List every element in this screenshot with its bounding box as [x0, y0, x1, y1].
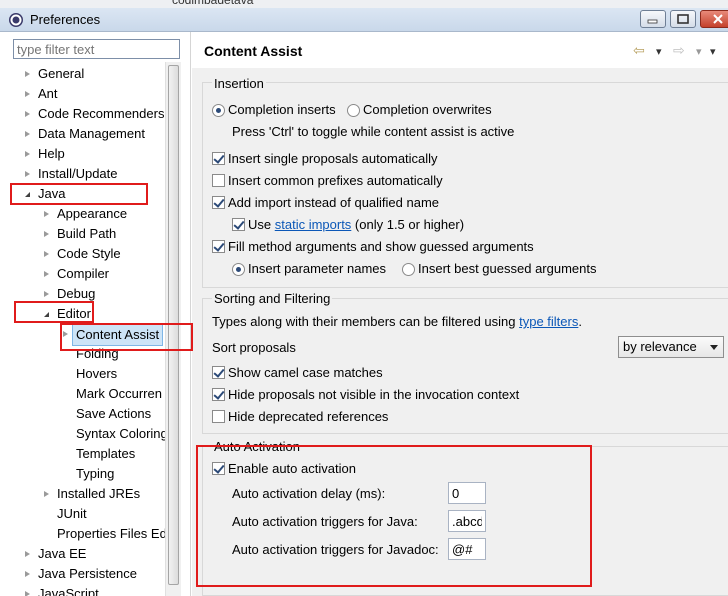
insertion-group-title: Insertion [212, 76, 266, 91]
title-bar: Preferences [0, 8, 728, 32]
highlight-editor [14, 301, 94, 323]
page-title: Content Assist [204, 43, 303, 59]
tree-item-label: Code Recommenders [38, 106, 165, 121]
collapsed-arrow-icon[interactable] [44, 251, 49, 257]
background-window-title: codimbadetava [172, 0, 254, 7]
single-proposals-checkbox[interactable] [212, 152, 225, 165]
highlight-java [10, 183, 148, 205]
background-window: codimbadetava [0, 0, 728, 8]
collapsed-arrow-icon[interactable] [44, 211, 49, 217]
tree-item-label: Ant [38, 86, 58, 101]
back-menu-icon[interactable]: ▾ [656, 45, 662, 58]
highlight-content-assist [60, 323, 193, 351]
collapsed-arrow-icon[interactable] [25, 151, 30, 157]
completion-inserts-radio[interactable] [212, 104, 225, 117]
tree-item-label: Mark Occurren [76, 386, 162, 401]
hide-deprecated-checkbox[interactable] [212, 410, 225, 423]
type-filters-link[interactable]: type filters [519, 314, 578, 329]
add-import-label: Add import instead of qualified name [228, 195, 440, 210]
sort-proposals-label: Sort proposals [212, 340, 296, 355]
type-filters-description: Types along with their members can be fi… [212, 314, 582, 329]
fill-arguments-checkbox[interactable] [212, 240, 225, 253]
use-static-imports-label: Use static imports (only 1.5 or higher) [248, 217, 464, 232]
fill-arguments-label: Fill method arguments and show guessed a… [228, 239, 534, 254]
close-icon [701, 11, 728, 27]
tree-item-label: JavaScript [38, 586, 99, 596]
hide-not-visible-checkbox[interactable] [212, 388, 225, 401]
completion-overwrites-label: Completion overwrites [363, 102, 492, 117]
tree-item-label: Compiler [57, 266, 110, 281]
camel-case-checkbox[interactable] [212, 366, 225, 379]
type-filters-suffix: . [578, 314, 582, 329]
highlight-auto-activation [196, 445, 592, 587]
collapsed-arrow-icon[interactable] [44, 231, 49, 237]
collapsed-arrow-icon[interactable] [25, 71, 30, 77]
tree-item-label: Properties Files Ed [57, 526, 167, 541]
tree-item-label: Data Management [38, 126, 145, 141]
collapsed-arrow-icon[interactable] [44, 491, 49, 497]
tree-item-label: Code Style [57, 246, 121, 261]
tree-item-label: Save Actions [76, 406, 152, 421]
tree-item-label: Installed JREs [57, 486, 141, 501]
collapsed-arrow-icon[interactable] [44, 271, 49, 277]
window-title: Preferences [30, 12, 101, 27]
collapsed-arrow-icon[interactable] [25, 551, 30, 557]
collapsed-arrow-icon[interactable] [25, 571, 30, 577]
minimize-icon [641, 11, 665, 27]
collapsed-arrow-icon[interactable] [25, 171, 30, 177]
use-static-imports-checkbox[interactable] [232, 218, 245, 231]
tree-item-label: Syntax Coloring [76, 426, 168, 441]
forward-menu-icon[interactable]: ▾ [696, 45, 702, 58]
tree-item-label: General [38, 66, 85, 81]
tree-item-label: Build Path [57, 226, 117, 241]
best-guessed-label: Insert best guessed arguments [418, 261, 597, 276]
back-icon[interactable]: ⇦ [633, 42, 645, 59]
common-prefixes-label: Insert common prefixes automatically [228, 173, 443, 188]
close-button[interactable] [700, 10, 728, 28]
parameter-names-radio[interactable] [232, 263, 245, 276]
hide-deprecated-label: Hide deprecated references [228, 409, 389, 424]
parameter-names-label: Insert parameter names [248, 261, 387, 276]
tree-item-label: Install/Update [38, 166, 118, 181]
view-menu-icon[interactable]: ▾ [710, 45, 716, 58]
tree-item-label: JUnit [57, 506, 87, 521]
collapsed-arrow-icon[interactable] [25, 591, 30, 596]
tree-item-label: Templates [76, 446, 136, 461]
best-guessed-radio[interactable] [402, 263, 415, 276]
forward-icon[interactable]: ⇨ [673, 42, 685, 59]
use-static-suffix: (only 1.5 or higher) [351, 217, 465, 232]
tree-item-label: Typing [76, 466, 115, 481]
use-static-prefix: Use [248, 217, 275, 232]
toggle-hint: Press 'Ctrl' to toggle while content ass… [232, 124, 515, 139]
page-header: Content Assist ⇦ ▾ ⇨ ▾ ▾ [192, 32, 728, 68]
chevron-down-icon [710, 345, 718, 350]
tree-item-label: Java Persistence [38, 566, 137, 581]
tree-item-label: Appearance [57, 206, 128, 221]
minimize-button[interactable] [640, 10, 666, 28]
static-imports-link[interactable]: static imports [275, 217, 352, 232]
filter-input[interactable] [13, 39, 180, 59]
tree-item-label: Java EE [38, 546, 87, 561]
add-import-checkbox[interactable] [212, 196, 225, 209]
hide-not-visible-label: Hide proposals not visible in the invoca… [228, 387, 520, 402]
sorting-group-title: Sorting and Filtering [212, 291, 333, 306]
completion-inserts-label: Completion inserts [228, 102, 336, 117]
collapsed-arrow-icon[interactable] [25, 131, 30, 137]
collapsed-arrow-icon[interactable] [25, 91, 30, 97]
maximize-button[interactable] [670, 10, 696, 28]
tree-item-label: Help [38, 146, 65, 161]
type-filters-prefix: Types along with their members can be fi… [212, 314, 520, 329]
sort-proposals-select[interactable]: by relevance [618, 336, 724, 358]
single-proposals-label: Insert single proposals automatically [228, 151, 438, 166]
maximize-icon [671, 11, 695, 27]
collapsed-arrow-icon[interactable] [25, 111, 30, 117]
common-prefixes-checkbox[interactable] [212, 174, 225, 187]
completion-overwrites-radio[interactable] [347, 104, 360, 117]
camel-case-label: Show camel case matches [228, 365, 383, 380]
tree-item-label: Hovers [76, 366, 118, 381]
sort-proposals-value: by relevance [623, 339, 697, 354]
collapsed-arrow-icon[interactable] [44, 291, 49, 297]
eclipse-icon [9, 13, 23, 27]
